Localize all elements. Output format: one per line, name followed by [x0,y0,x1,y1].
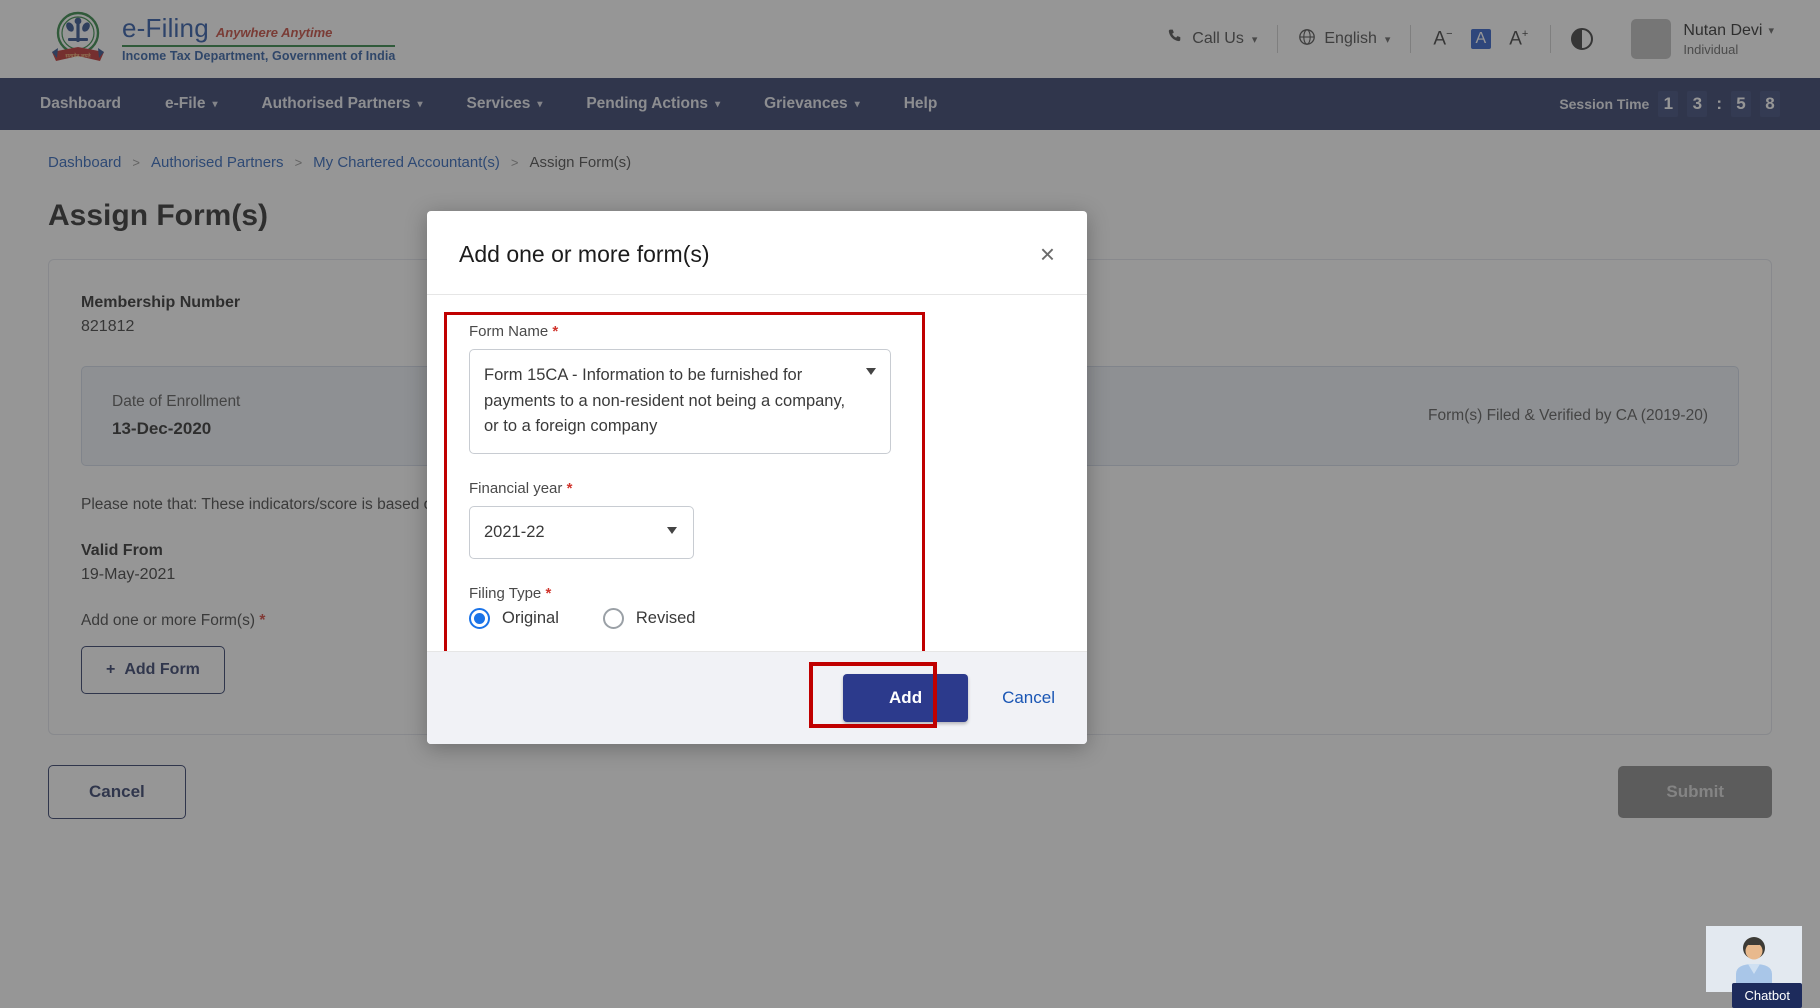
modal-add-button[interactable]: Add [843,674,968,722]
required-asterisk: * [545,585,551,602]
financial-year-label: Financial year * [469,480,1055,497]
filing-type-label: Filing Type * [469,585,1055,602]
form-name-value: Form 15CA - Information to be furnished … [484,366,845,435]
financial-year-text: Financial year [469,480,562,497]
modal-header: Add one or more form(s) × [427,211,1087,295]
radio-selected-icon [469,608,490,629]
modal-title: Add one or more form(s) [459,241,710,268]
required-asterisk: * [567,480,573,497]
filing-type-text: Filing Type [469,585,541,602]
close-icon[interactable]: × [1040,241,1055,267]
app-root: सत्यमेव जयते e-Filing Anywhere Anytime I… [0,0,1820,1008]
filing-type-radio-group: Original Revised [469,608,1055,629]
chevron-down-icon [866,368,876,375]
financial-year-select[interactable]: 2021-22 [469,506,694,560]
radio-revised-label: Revised [636,609,696,628]
radio-original-label: Original [502,609,559,628]
financial-year-value: 2021-22 [484,523,545,541]
chatbot-label[interactable]: Chatbot [1732,983,1802,1008]
chatbot-widget[interactable]: Chatbot [1706,926,1802,1008]
form-name-select[interactable]: Form 15CA - Information to be furnished … [469,349,891,454]
radio-unselected-icon [603,608,624,629]
chevron-down-icon [667,527,677,534]
add-forms-modal: Add one or more form(s) × Form Name * Fo… [427,211,1087,744]
form-name-label: Form Name * [469,323,1055,340]
required-asterisk: * [552,323,558,340]
modal-cancel-button[interactable]: Cancel [968,688,1055,708]
modal-body: Form Name * Form 15CA - Information to b… [427,295,1087,651]
form-name-text: Form Name [469,323,548,340]
modal-footer: Add Cancel [427,651,1087,744]
radio-revised[interactable]: Revised [603,608,696,629]
radio-original[interactable]: Original [469,608,559,629]
